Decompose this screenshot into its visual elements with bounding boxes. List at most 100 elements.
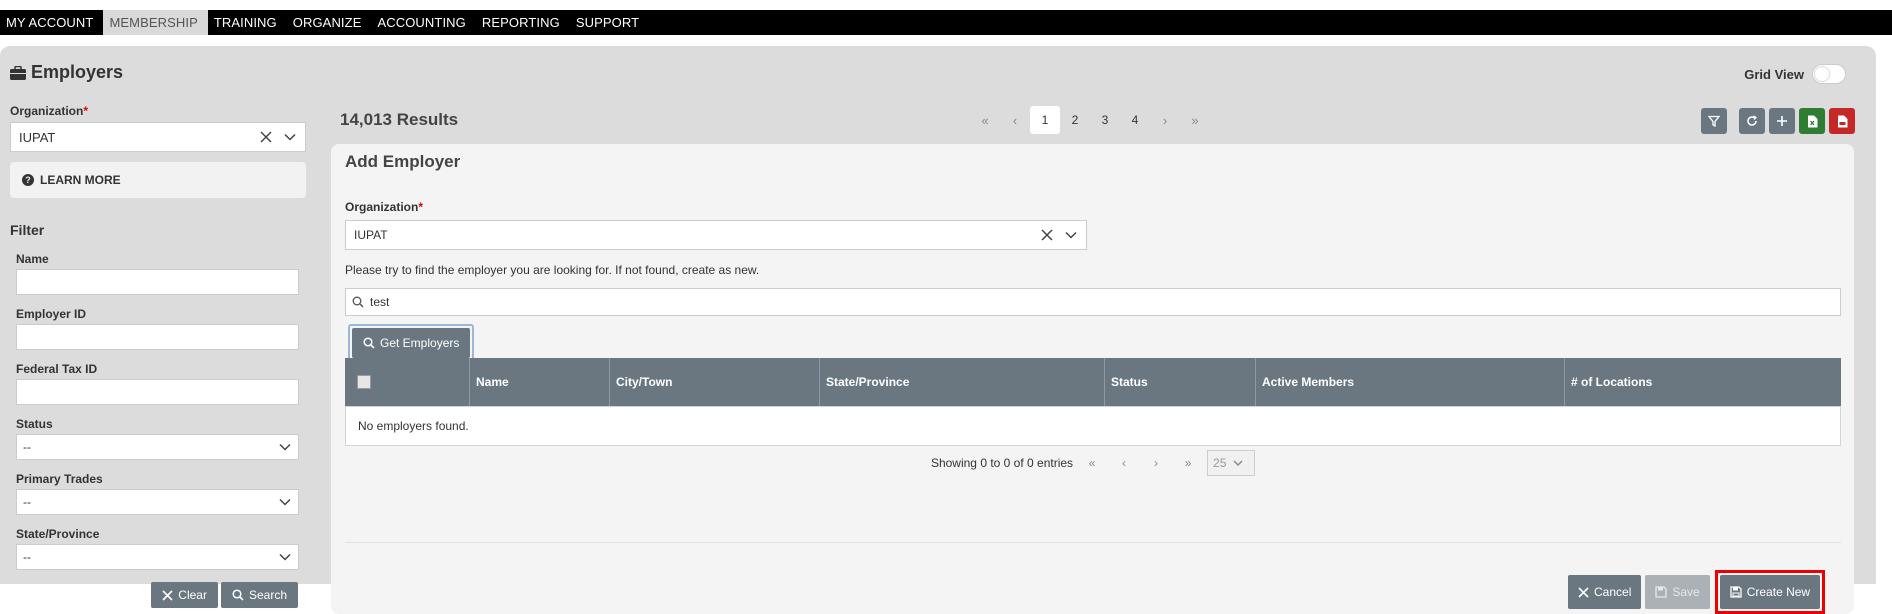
- save-label: Save: [1672, 585, 1700, 599]
- table-header: Name City/Town State/Province Status Act…: [345, 358, 1841, 406]
- learn-more-label: LEARN MORE: [40, 173, 121, 187]
- name-label: Name: [16, 252, 49, 266]
- add-employer-title: Add Employer: [345, 152, 461, 171]
- nav-reporting[interactable]: REPORTING: [476, 10, 570, 35]
- create-new-button[interactable]: Create New: [1719, 575, 1821, 609]
- col-state[interactable]: State/Province: [820, 358, 1105, 406]
- search-icon: [352, 296, 364, 308]
- showing-entries: Showing 0 to 0 of 0 entries: [930, 456, 1074, 470]
- clear-label: Clear: [178, 588, 207, 602]
- clear-button[interactable]: Clear: [151, 582, 218, 608]
- nav-support[interactable]: SUPPORT: [570, 10, 649, 35]
- briefcase-icon: [10, 65, 26, 80]
- results-pager: « ‹ 1 2 3 4 › »: [970, 106, 1210, 134]
- create-new-highlight: Create New: [1714, 570, 1826, 614]
- col-active-members[interactable]: Active Members: [1256, 358, 1565, 406]
- nav-membership[interactable]: MEMBERSHIP: [103, 10, 208, 35]
- sidebar: Organization* IUPAT ? LEARN MORE Filter …: [10, 104, 306, 608]
- grid-view-control: Grid View: [1744, 64, 1846, 84]
- chevron-down-icon: [278, 495, 292, 509]
- page-size-select[interactable]: 25: [1207, 450, 1256, 476]
- page-4[interactable]: 4: [1120, 106, 1150, 134]
- grid-view-toggle[interactable]: [1812, 64, 1846, 84]
- name-input[interactable]: [16, 269, 299, 295]
- add-org-label-text: Organization: [345, 200, 419, 214]
- employer-search-input[interactable]: test: [345, 288, 1841, 316]
- primary-trades-value: --: [23, 495, 31, 509]
- form-actions: Cancel Save Create New: [1568, 570, 1826, 614]
- sidebar-org-select[interactable]: IUPAT: [10, 122, 306, 152]
- add-org-select[interactable]: IUPAT: [345, 220, 1087, 250]
- select-all-checkbox[interactable]: [357, 375, 371, 389]
- nav-training[interactable]: TRAINING: [208, 10, 287, 35]
- required-marker: *: [83, 104, 89, 118]
- add-employer-panel: Add Employer Organization* IUPAT Please …: [331, 144, 1854, 614]
- cancel-button[interactable]: Cancel: [1568, 575, 1642, 609]
- chevron-down-icon[interactable]: [283, 130, 297, 144]
- next-page-icon[interactable]: ›: [1143, 456, 1169, 470]
- get-employers-label: Get Employers: [380, 336, 460, 350]
- col-locations[interactable]: # of Locations: [1565, 358, 1841, 406]
- get-employers-button[interactable]: Get Employers: [352, 328, 471, 358]
- excel-export-icon[interactable]: [1799, 108, 1825, 134]
- col-name[interactable]: Name: [470, 358, 610, 406]
- last-page-icon[interactable]: »: [1180, 106, 1210, 134]
- last-page-icon[interactable]: »: [1175, 456, 1201, 470]
- add-org-label: Organization*: [345, 200, 423, 214]
- page-1[interactable]: 1: [1030, 106, 1060, 134]
- add-icon[interactable]: [1769, 108, 1795, 134]
- employer-id-input[interactable]: [16, 324, 299, 350]
- filter-icon[interactable]: [1701, 108, 1727, 134]
- cancel-label: Cancel: [1594, 585, 1632, 599]
- search-icon: [363, 337, 375, 349]
- page-title: Employers: [10, 62, 123, 83]
- search-label: Search: [248, 588, 287, 602]
- create-new-label: Create New: [1746, 585, 1811, 599]
- add-org-value: IUPAT: [354, 228, 388, 242]
- learn-more-button[interactable]: ? LEARN MORE: [10, 162, 306, 198]
- table-footer: Showing 0 to 0 of 0 entries « ‹ › » 25: [345, 446, 1841, 480]
- status-label: Status: [16, 417, 53, 431]
- prev-page-icon[interactable]: ‹: [1111, 456, 1137, 470]
- status-select[interactable]: --: [16, 434, 299, 460]
- prev-page-icon[interactable]: ‹: [1000, 106, 1030, 134]
- chevron-down-icon: [1232, 457, 1244, 469]
- sidebar-org-value: IUPAT: [19, 129, 56, 145]
- federal-tax-id-label: Federal Tax ID: [16, 362, 98, 376]
- next-page-icon[interactable]: ›: [1150, 106, 1180, 134]
- search-button[interactable]: Search: [220, 582, 298, 608]
- state-select[interactable]: --: [16, 544, 299, 570]
- nav-my-account[interactable]: MY ACCOUNT: [0, 10, 103, 35]
- page-3[interactable]: 3: [1090, 106, 1120, 134]
- first-page-icon[interactable]: «: [1079, 456, 1105, 470]
- grid-view-label: Grid View: [1744, 66, 1804, 82]
- first-page-icon[interactable]: «: [970, 106, 1000, 134]
- federal-tax-id-input[interactable]: [16, 379, 299, 405]
- page-title-text: Employers: [31, 62, 124, 82]
- chevron-down-icon[interactable]: [1064, 228, 1078, 242]
- empty-table-message: No employers found.: [345, 406, 1841, 446]
- save-icon: [1730, 586, 1742, 598]
- page-2[interactable]: 2: [1060, 106, 1090, 134]
- state-value: --: [23, 550, 31, 564]
- close-icon: [1578, 586, 1589, 598]
- col-status[interactable]: Status: [1105, 358, 1256, 406]
- toolbar-gap: [1731, 108, 1735, 134]
- close-icon: [162, 589, 173, 601]
- refresh-icon[interactable]: [1739, 108, 1765, 134]
- primary-trades-select[interactable]: --: [16, 489, 299, 515]
- status-value: --: [23, 440, 31, 454]
- clear-icon[interactable]: [1040, 228, 1054, 242]
- page-size-value: 25: [1213, 456, 1227, 470]
- clear-icon[interactable]: [259, 130, 273, 144]
- pdf-export-icon[interactable]: [1829, 108, 1855, 134]
- toolbar: [1701, 108, 1855, 134]
- employer-id-label: Employer ID: [16, 307, 87, 321]
- save-button[interactable]: Save: [1645, 575, 1710, 609]
- nav-accounting[interactable]: ACCOUNTING: [371, 10, 475, 35]
- filter-title: Filter: [10, 222, 45, 238]
- nav-organize[interactable]: ORGANIZE: [287, 10, 372, 35]
- chevron-down-icon: [278, 550, 292, 564]
- select-all-cell: [345, 358, 470, 406]
- col-city[interactable]: City/Town: [610, 358, 820, 406]
